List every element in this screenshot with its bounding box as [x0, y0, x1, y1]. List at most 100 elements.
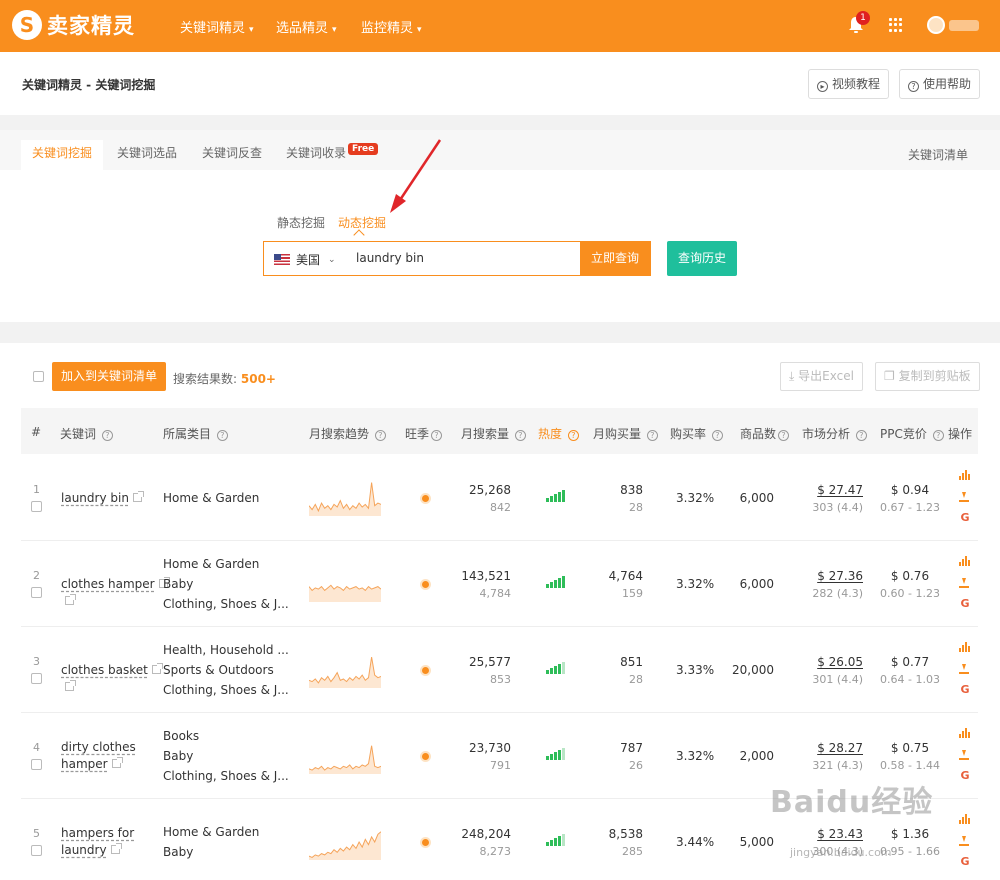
col-products[interactable]: 商品数?: [740, 425, 790, 442]
trend-sparkline[interactable]: [309, 652, 381, 688]
col-season[interactable]: 旺季?: [405, 425, 443, 442]
market-price[interactable]: $ 28.27: [799, 740, 863, 757]
avatar[interactable]: [927, 16, 945, 34]
col-heat[interactable]: 热度 ?: [538, 425, 579, 442]
google-icon[interactable]: G: [959, 683, 971, 696]
searches-cell: 143,521 4,784: [451, 568, 511, 602]
search-button[interactable]: 立即查询: [580, 242, 650, 275]
nav-keyword-genie[interactable]: 关键词精灵 ▾: [180, 17, 254, 36]
keyword-link[interactable]: laundry bin: [61, 491, 129, 505]
col-keyword[interactable]: 关键词 ?: [60, 425, 113, 442]
tab-keyword-index[interactable]: 关键词收录 Free: [275, 140, 389, 170]
external-link-icon[interactable]: [111, 757, 123, 768]
keyword-link[interactable]: laundry: [61, 843, 107, 857]
help-button[interactable]: ? 使用帮助: [899, 69, 981, 99]
tab-keyword-reverse[interactable]: 关键词反查: [191, 140, 273, 170]
searches-daily: 842: [490, 501, 511, 514]
help-icon[interactable]: ?: [374, 430, 386, 441]
country-select[interactable]: 美国 ⌄: [274, 251, 336, 268]
trend-sparkline[interactable]: [309, 738, 381, 774]
help-icon[interactable]: ?: [567, 430, 579, 441]
market-cell[interactable]: $ 27.47 303 (4.4): [799, 482, 863, 516]
apps-grid-icon[interactable]: [889, 18, 903, 32]
market-cell[interactable]: $ 27.36 282 (4.3): [799, 568, 863, 602]
download-icon[interactable]: [959, 664, 971, 674]
col-category[interactable]: 所属类目 ?: [163, 425, 228, 442]
external-link-icon[interactable]: [65, 594, 76, 605]
col-purchases[interactable]: 月购买量 ?: [593, 425, 658, 442]
help-icon[interactable]: ?: [711, 430, 723, 441]
mode-static[interactable]: 静态挖掘: [277, 214, 325, 231]
row-checkbox[interactable]: [31, 673, 42, 684]
row-checkbox[interactable]: [31, 501, 42, 512]
google-icon[interactable]: G: [959, 511, 971, 524]
col-rate[interactable]: 购买率 ?: [670, 425, 723, 442]
trend-sparkline[interactable]: [309, 480, 381, 516]
col-trend[interactable]: 月搜索趋势 ?: [309, 425, 386, 442]
external-link-icon[interactable]: [110, 843, 122, 854]
google-icon[interactable]: G: [959, 769, 971, 782]
chart-icon[interactable]: [959, 728, 971, 738]
help-icon[interactable]: ?: [514, 430, 526, 441]
video-tutorial-button[interactable]: ▸ 视频教程: [808, 69, 890, 99]
tab-keyword-product[interactable]: 关键词选品: [106, 140, 188, 170]
keyword-link[interactable]: clothes hamper: [61, 577, 155, 591]
market-price[interactable]: $ 27.36: [799, 568, 863, 585]
help-icon[interactable]: ?: [778, 430, 790, 441]
ppc-range: 0.58 - 1.44: [880, 759, 940, 772]
col-index: #: [31, 425, 42, 439]
copy-clipboard-button[interactable]: ❐ 复制到剪贴板: [875, 362, 980, 391]
download-icon[interactable]: [959, 750, 971, 760]
download-icon[interactable]: [959, 492, 971, 502]
chart-icon[interactable]: [959, 642, 971, 652]
keyword-link[interactable]: dirty clothes: [61, 740, 136, 754]
help-icon[interactable]: ?: [932, 430, 944, 441]
tab-keyword-mining[interactable]: 关键词挖掘: [21, 140, 104, 170]
keyword-link[interactable]: hamper: [61, 757, 108, 771]
mode-dynamic[interactable]: 动态挖掘: [338, 214, 386, 231]
chart-icon[interactable]: [959, 814, 971, 824]
keyword-cell: hampers for laundry: [61, 825, 134, 859]
table-row: 2 clothes hamper Home & Garden Baby Clothing…: [21, 541, 978, 627]
external-link-icon[interactable]: [65, 680, 76, 691]
trend-sparkline[interactable]: [309, 824, 381, 860]
download-icon[interactable]: [959, 836, 971, 846]
market-price[interactable]: $ 26.05: [799, 654, 863, 671]
external-link-icon[interactable]: [132, 491, 144, 502]
col-market[interactable]: 市场分析 ?: [802, 425, 867, 442]
col-ppc[interactable]: PPC竞价 ?: [880, 425, 944, 442]
add-to-list-button[interactable]: 加入到关键词清单: [52, 362, 167, 391]
help-icon[interactable]: ?: [431, 430, 443, 441]
chart-icon[interactable]: [959, 470, 971, 480]
keyword-input[interactable]: [356, 251, 576, 265]
external-link-icon[interactable]: [151, 663, 163, 674]
market-price[interactable]: $ 23.43: [799, 826, 863, 843]
nav-product-genie[interactable]: 选品精灵 ▾: [276, 17, 337, 36]
help-icon[interactable]: ?: [216, 430, 228, 441]
history-button[interactable]: 查询历史: [667, 241, 737, 276]
keyword-link[interactable]: clothes basket: [61, 663, 148, 677]
nav-monitor-genie[interactable]: 监控精灵 ▾: [361, 17, 422, 36]
nav-label: 监控精灵: [361, 21, 414, 36]
help-icon[interactable]: ?: [101, 430, 113, 441]
select-all-checkbox[interactable]: [33, 371, 44, 382]
logo[interactable]: S 卖家精灵: [12, 10, 135, 40]
username-redacted[interactable]: [949, 20, 979, 31]
help-icon[interactable]: ?: [646, 430, 658, 441]
market-price[interactable]: $ 27.47: [799, 482, 863, 499]
market-cell[interactable]: $ 26.05 301 (4.4): [799, 654, 863, 688]
col-searches[interactable]: 月搜索量 ?: [461, 425, 526, 442]
keyword-list-link[interactable]: 关键词清单: [908, 146, 968, 163]
row-checkbox[interactable]: [31, 587, 42, 598]
chart-icon[interactable]: [959, 556, 971, 566]
keyword-link[interactable]: hampers for: [61, 826, 134, 840]
download-icon[interactable]: [959, 578, 971, 588]
row-checkbox[interactable]: [31, 759, 42, 770]
market-cell[interactable]: $ 28.27 321 (4.3): [799, 740, 863, 774]
help-icon[interactable]: ?: [855, 430, 867, 441]
google-icon[interactable]: G: [959, 855, 971, 868]
trend-sparkline[interactable]: [309, 566, 381, 602]
google-icon[interactable]: G: [959, 597, 971, 610]
row-checkbox[interactable]: [31, 845, 42, 856]
export-excel-button[interactable]: ⤓ 导出Excel: [780, 362, 863, 391]
